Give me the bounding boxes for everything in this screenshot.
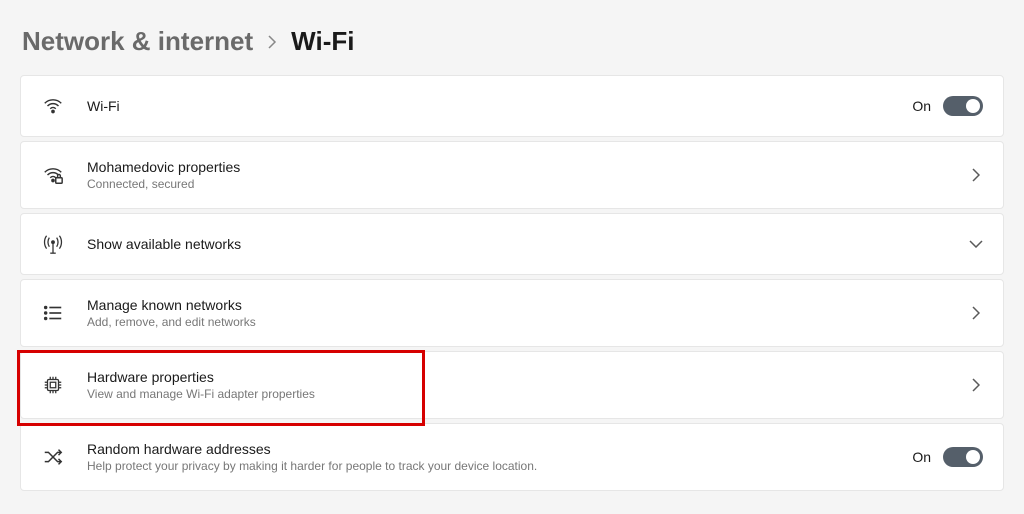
known-networks-row[interactable]: Manage known networks Add, remove, and e… bbox=[20, 279, 1004, 347]
antenna-icon bbox=[41, 232, 65, 256]
chevron-right-icon bbox=[267, 34, 277, 50]
wifi-state-label: On bbox=[912, 98, 931, 114]
available-networks-row[interactable]: Show available networks bbox=[20, 213, 1004, 275]
current-network-row[interactable]: Mohamedovic properties Connected, secure… bbox=[20, 141, 1004, 209]
list-icon bbox=[41, 301, 65, 325]
chip-icon bbox=[41, 373, 65, 397]
hardware-properties-row[interactable]: Hardware properties View and manage Wi-F… bbox=[20, 351, 1004, 419]
breadcrumb-parent[interactable]: Network & internet bbox=[22, 26, 253, 57]
settings-list: Wi-Fi On Mohamedovic properties Connecte… bbox=[0, 75, 1024, 491]
breadcrumb-current: Wi-Fi bbox=[291, 26, 354, 57]
known-networks-title: Manage known networks bbox=[87, 297, 969, 313]
shuffle-icon bbox=[41, 445, 65, 469]
wifi-title: Wi-Fi bbox=[87, 98, 912, 114]
random-hw-title: Random hardware addresses bbox=[87, 441, 912, 457]
random-hw-toggle[interactable] bbox=[943, 447, 983, 467]
random-hw-row: Random hardware addresses Help protect y… bbox=[20, 423, 1004, 491]
known-networks-subtitle: Add, remove, and edit networks bbox=[87, 315, 969, 329]
network-title: Mohamedovic properties bbox=[87, 159, 969, 175]
chevron-right-icon bbox=[969, 168, 983, 182]
hardware-properties-title: Hardware properties bbox=[87, 369, 969, 385]
hardware-properties-subtitle: View and manage Wi-Fi adapter properties bbox=[87, 387, 969, 401]
chevron-right-icon bbox=[969, 378, 983, 392]
breadcrumb: Network & internet Wi-Fi bbox=[0, 0, 1024, 75]
random-hw-state-label: On bbox=[912, 449, 931, 465]
wifi-toggle[interactable] bbox=[943, 96, 983, 116]
wifi-icon bbox=[41, 94, 65, 118]
random-hw-subtitle: Help protect your privacy by making it h… bbox=[87, 459, 912, 473]
available-networks-title: Show available networks bbox=[87, 236, 969, 252]
network-subtitle: Connected, secured bbox=[87, 177, 969, 191]
chevron-right-icon bbox=[969, 306, 983, 320]
wifi-toggle-row: Wi-Fi On bbox=[20, 75, 1004, 137]
wifi-secured-icon bbox=[41, 163, 65, 187]
chevron-down-icon bbox=[969, 237, 983, 251]
